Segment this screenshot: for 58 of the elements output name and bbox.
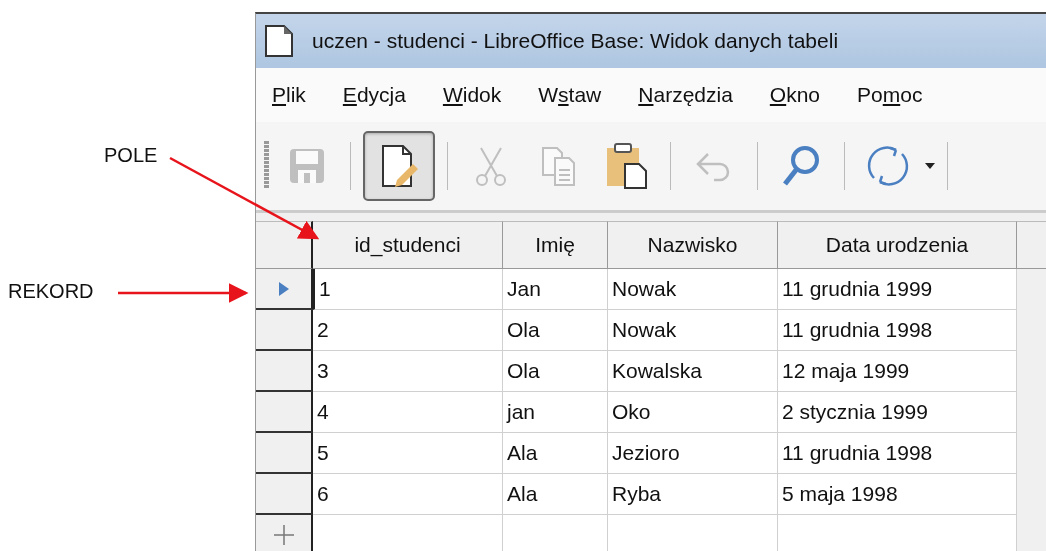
table-cell: jan <box>503 392 608 433</box>
table-cell: 4 <box>313 392 503 433</box>
row-header[interactable] <box>256 310 313 351</box>
menu-item[interactable]: Narzędzia <box>638 83 733 107</box>
menu-item[interactable]: Widok <box>442 83 502 107</box>
table-cell: Ryba <box>608 474 778 515</box>
new-row-cell[interactable] <box>778 515 1017 551</box>
search-icon <box>781 144 821 188</box>
caret-icon[interactable] <box>925 163 935 169</box>
table-cell: Ola <box>503 351 608 392</box>
table-cell: 6 <box>313 474 503 515</box>
edit-button[interactable] <box>363 131 435 201</box>
row-header[interactable] <box>256 392 313 433</box>
table-cell: Kowalska <box>608 351 778 392</box>
table-cell: Jan <box>503 269 608 310</box>
table-cell: Oko <box>608 392 778 433</box>
table-cell: 11 grudnia 1998 <box>778 433 1017 474</box>
new-row-cell[interactable] <box>503 515 608 551</box>
new-row-cell[interactable] <box>313 515 503 551</box>
annotation-label: POLE <box>104 144 158 167</box>
table-cell: 2 <box>313 310 503 351</box>
table-cell: 11 grudnia 1998 <box>778 310 1017 351</box>
table-cell: 11 grudnia 1999 <box>778 269 1017 310</box>
table-cell: Jezioro <box>608 433 778 474</box>
menu-item[interactable]: Edycja <box>342 83 406 107</box>
circular-arrows-icon <box>866 144 910 188</box>
row-header[interactable] <box>256 433 313 474</box>
menu-item[interactable]: Wstaw <box>538 83 602 107</box>
column-header[interactable]: Imię <box>503 221 608 269</box>
edit-document-icon <box>379 144 419 188</box>
document-icon <box>264 24 294 58</box>
column-header[interactable]: Data urodzenia <box>778 221 1017 269</box>
annotation-label: REKORD <box>8 280 94 303</box>
table-cell: 5 <box>313 433 503 474</box>
clipboard-icon <box>605 142 649 190</box>
plus-icon <box>272 524 295 546</box>
table-cell: Ola <box>503 310 608 351</box>
table-cell: 1 <box>313 269 503 310</box>
menu-item[interactable]: Plik <box>272 83 306 107</box>
current-row-icon <box>278 281 289 296</box>
column-header[interactable]: id_studenci <box>313 221 503 269</box>
table-cell: 2 stycznia 1999 <box>778 392 1017 433</box>
table-cell: 5 maja 1998 <box>778 474 1017 515</box>
row-header[interactable] <box>256 269 313 310</box>
new-row-cell[interactable] <box>608 515 778 551</box>
window-title: uczen - studenci - LibreOffice Base: Widok danych tabeli <box>312 29 839 53</box>
row-header[interactable] <box>256 474 313 515</box>
table-cell: Nowak <box>608 310 778 351</box>
table-cell: 3 <box>313 351 503 392</box>
menu-item[interactable]: Okno <box>769 83 821 107</box>
table-cell: Ala <box>503 433 608 474</box>
column-header[interactable]: Nazwisko <box>608 221 778 269</box>
table-cell: 12 maja 1999 <box>778 351 1017 392</box>
table-cell: Ala <box>503 474 608 515</box>
row-header[interactable] <box>256 351 313 392</box>
table-cell: Nowak <box>608 269 778 310</box>
toolbar-grip-icon <box>264 141 270 191</box>
menu-item[interactable]: Pomoc <box>857 83 923 107</box>
